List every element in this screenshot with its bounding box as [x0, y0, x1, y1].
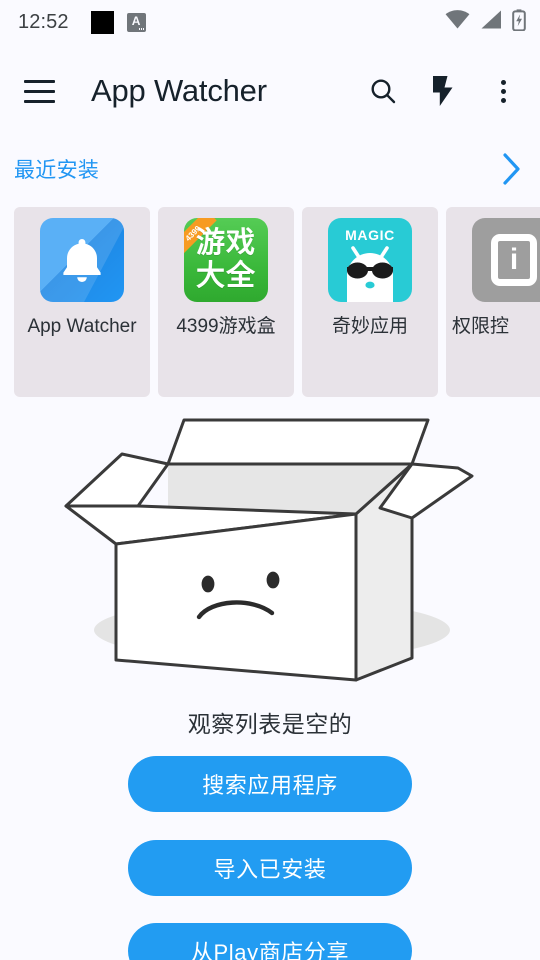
status-clock: 12:52 — [18, 10, 69, 33]
wifi-icon — [445, 10, 470, 34]
overflow-dot — [500, 88, 506, 94]
black-square-icon — [90, 10, 114, 34]
overflow-dot — [500, 79, 506, 85]
app-card[interactable]: 4399 游戏 大全 4399游戏盒 — [158, 207, 294, 397]
recently-installed-header[interactable]: 最近安装 — [0, 145, 540, 193]
status-system-icons — [445, 8, 526, 36]
hamburger-menu-icon[interactable] — [24, 70, 66, 112]
search-icon[interactable] — [366, 74, 400, 108]
recently-installed-title: 最近安装 — [14, 159, 100, 182]
app-card-label: 4399游戏盒 — [176, 316, 276, 337]
recently-installed-list[interactable]: App Watcher 4399 游戏 大全 4399游戏盒 MAGIC 奇妙应… — [14, 207, 540, 397]
keyboard-language-icon: A — [126, 12, 146, 32]
android-face-glyph — [347, 246, 393, 302]
overflow-dot — [500, 97, 506, 103]
app-card-label: App Watcher — [27, 316, 137, 337]
app-card[interactable]: MAGIC 奇妙应用 — [302, 207, 438, 397]
app-card-label: 权限控 — [452, 316, 510, 337]
status-notification-icons: A — [90, 10, 146, 34]
app-screen: 12:52 A App Watcher 最近安装 App Watcher 439… — [0, 0, 540, 960]
page-title: App Watcher — [91, 73, 267, 108]
battery-charging-icon — [512, 8, 526, 36]
bell-glyph — [63, 239, 101, 282]
bell-icon — [40, 218, 124, 302]
info-letter: i — [509, 243, 519, 276]
hamburger-line — [24, 99, 55, 103]
app-bar-actions — [366, 74, 520, 108]
icon-text-line1: 游戏 — [195, 227, 256, 259]
cell-signal-icon — [480, 10, 502, 34]
share-from-play-store-button[interactable]: 从Play商店分享 — [128, 923, 412, 960]
app-card[interactable]: i 权限控 — [446, 207, 540, 397]
app-bar: App Watcher — [0, 44, 540, 138]
keyboard-language-letter: A — [131, 14, 141, 28]
magic-android-icon: MAGIC — [328, 218, 412, 302]
lightning-bolt-icon[interactable] — [426, 74, 460, 108]
info-frame: i — [491, 234, 537, 286]
import-installed-button[interactable]: 导入已安装 — [128, 840, 412, 896]
sad-empty-box-illustration — [60, 408, 480, 693]
game-box-icon: 4399 游戏 大全 — [184, 218, 268, 302]
search-apps-button[interactable]: 搜索应用程序 — [128, 756, 412, 812]
app-card[interactable]: App Watcher — [14, 207, 150, 397]
info-icon: i — [472, 218, 540, 302]
app-card-label: 奇妙应用 — [331, 316, 408, 337]
icon-text-line2: 大全 — [195, 260, 256, 292]
hamburger-line — [24, 89, 55, 93]
more-vert-icon[interactable] — [486, 74, 520, 108]
status-bar: 12:52 A — [0, 0, 540, 44]
chevron-right-icon[interactable] — [502, 152, 522, 186]
hamburger-line — [24, 79, 55, 83]
empty-state-message: 观察列表是空的 — [187, 711, 353, 737]
